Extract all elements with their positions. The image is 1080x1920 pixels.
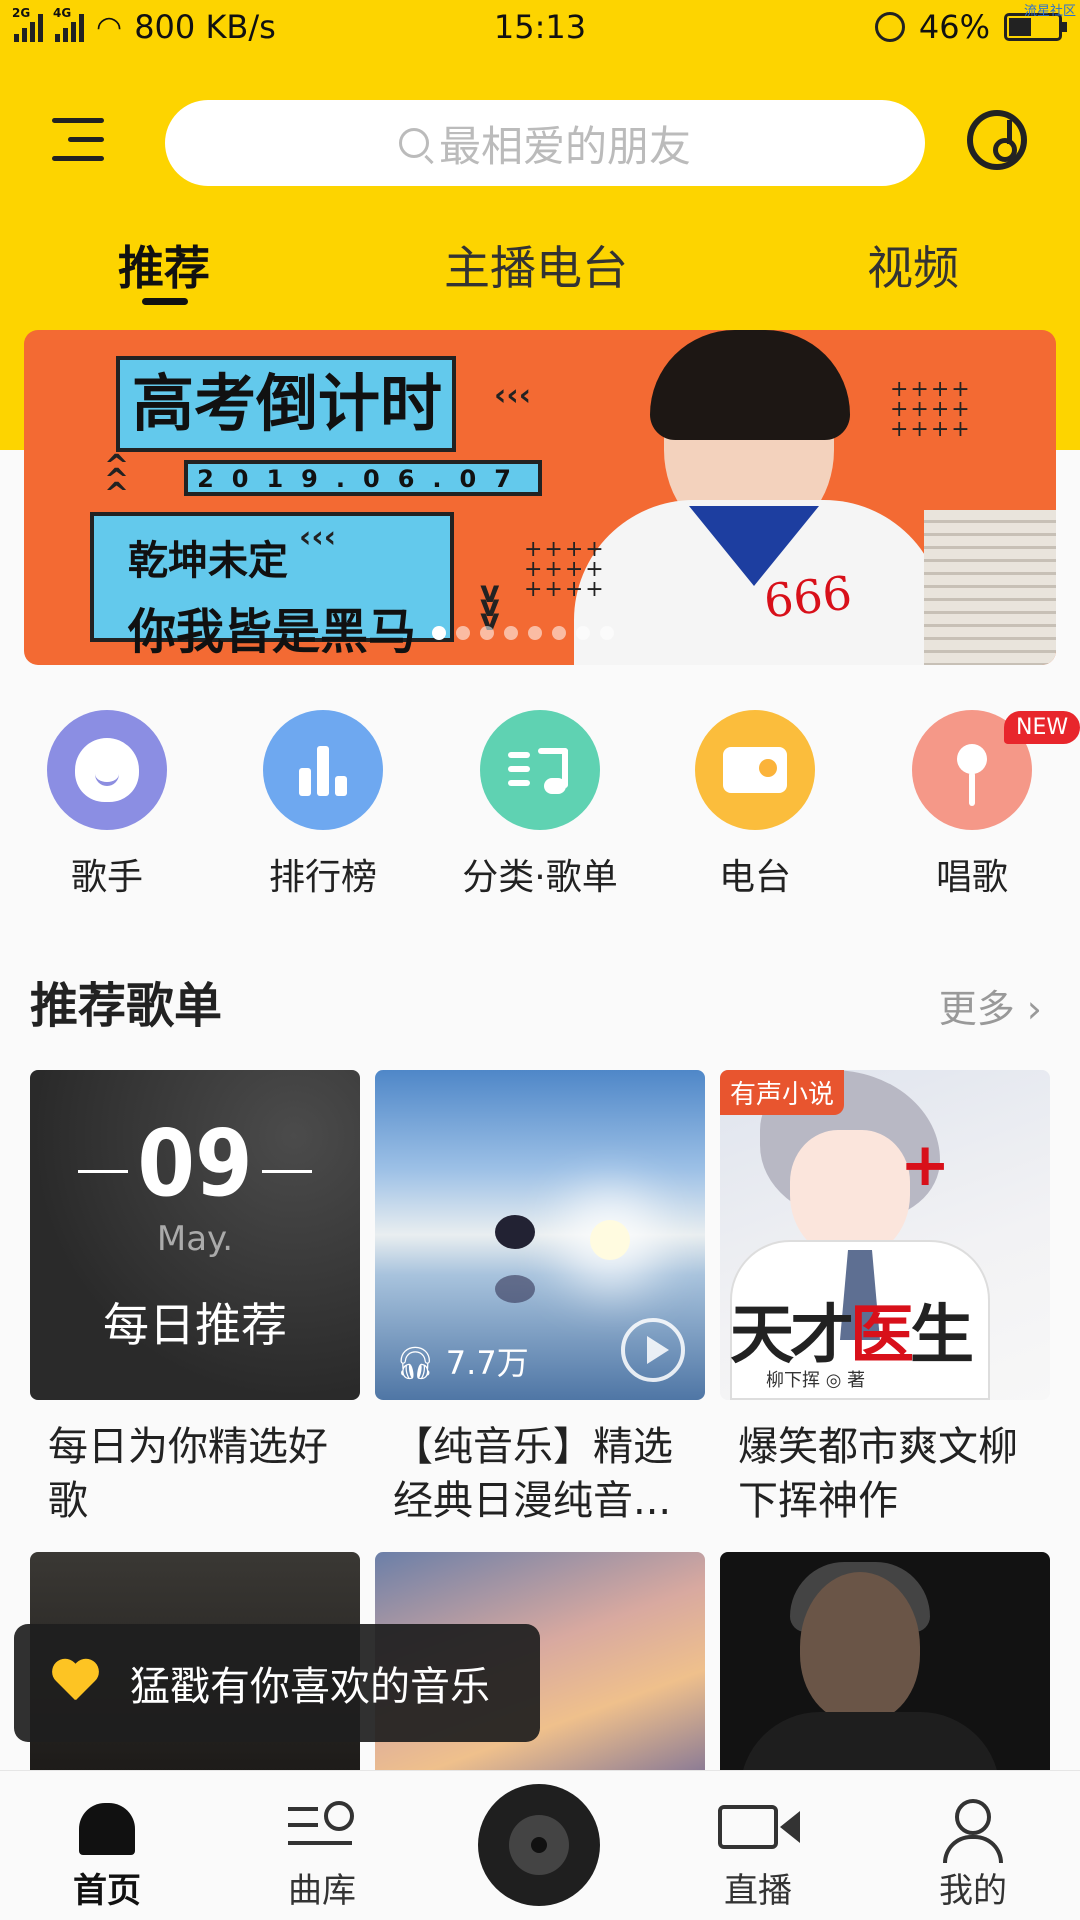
tab-radio[interactable]: 主播电台 — [444, 232, 628, 298]
banner-slogan-line2: 你我皆是黑马 — [128, 604, 417, 660]
playlist-card[interactable]: 09 May. 每日推荐 每日为你精选好歌 — [30, 1070, 360, 1528]
nav-home[interactable]: 首页 — [37, 1797, 177, 1912]
carousel-dot — [600, 626, 614, 640]
banner-date: 2019.06.07 — [184, 460, 542, 496]
divider — [262, 1170, 312, 1173]
tab-indicator — [142, 298, 188, 305]
section-title: 推荐歌单 — [30, 978, 223, 1034]
search-placeholder: 最相爱的朋友 — [438, 121, 691, 171]
carousel-indicator — [432, 626, 614, 640]
chevron-left-icon: ‹‹‹ — [299, 520, 337, 555]
carousel-dot — [528, 626, 542, 640]
chevron-left-icon: ‹‹‹ — [494, 378, 532, 413]
playlist-title: 爆笑都市爽文柳下挥神作 — [738, 1424, 1018, 1524]
promo-banner[interactable]: 666 ++++ ++++ ++++ ++++ ++++ ++++ 高考倒计时 ‹‹‹ … — [24, 330, 1056, 665]
carousel-dot — [456, 626, 470, 640]
playlist-card[interactable]: + 天才医生 柳下挥 ◎ 著 有声小说 爆笑都市爽文柳下挥神作 — [720, 1070, 1050, 1528]
profile-icon — [903, 1797, 1043, 1863]
daily-month: May. — [156, 1219, 234, 1259]
heart-icon — [50, 1660, 100, 1706]
home-icon — [37, 1797, 177, 1857]
banner-figure-hair — [650, 330, 850, 440]
chevron-down-icon: vvv — [480, 575, 500, 638]
category-playlist[interactable]: 分类·歌单 — [450, 710, 630, 900]
banner-decoration: ++++ ++++ ++++ — [524, 537, 606, 602]
category-radio[interactable]: 电台 — [665, 710, 845, 900]
carousel-dot — [504, 626, 518, 640]
banner-headline: 高考倒计时 — [116, 356, 456, 452]
playlist-cover: 🎧︎ 7.7万 — [375, 1070, 705, 1400]
recommendation-toast[interactable]: 猛戳有你喜欢的音乐 — [14, 1624, 540, 1742]
status-bar: 2G 4G ◠ 800 KB/s 15:13 46% 流星社区 — [0, 0, 1080, 56]
daily-label: 每日推荐 — [103, 1298, 287, 1352]
cover-sun — [590, 1220, 630, 1260]
nav-label: 曲库 — [288, 1871, 356, 1911]
play-count: 🎧︎ 7.7万 — [395, 1338, 529, 1384]
nav-label: 首页 — [73, 1871, 141, 1911]
audiobook-tag: 有声小说 — [720, 1070, 845, 1115]
banner-books — [924, 510, 1056, 665]
cover-tree — [495, 1215, 535, 1249]
search-icon — [398, 128, 429, 158]
carousel-dot — [480, 626, 494, 640]
medical-cross-icon: + — [900, 1130, 951, 1200]
singer-icon — [47, 710, 167, 830]
daily-day: 09 — [137, 1110, 253, 1217]
music-recognition-icon[interactable] — [967, 110, 1027, 170]
banner-slogan-line1: 乾坤未定 — [128, 538, 288, 584]
watermark-tag: 流星社区 — [1023, 4, 1076, 19]
cover-reflection — [495, 1275, 535, 1303]
category-label: 电台 — [718, 857, 791, 898]
cover-singer — [800, 1572, 920, 1722]
toast-text: 猛戳有你喜欢的音乐 — [130, 1664, 490, 1710]
play-count-value: 7.7万 — [445, 1344, 529, 1382]
tab-recommend[interactable]: 推荐 — [118, 232, 210, 298]
category-label: 唱歌 — [935, 857, 1008, 898]
playlist-card[interactable]: 🎧︎ 7.7万 【纯音乐】精选经典日漫纯音... — [375, 1070, 705, 1528]
chevron-up-icon: ^ ^ ^ — [104, 449, 130, 512]
playlist-title: 【纯音乐】精选经典日漫纯音... — [393, 1424, 673, 1524]
cover-singer-shirt — [740, 1712, 1000, 1772]
live-video-icon — [688, 1797, 828, 1857]
radio-icon — [695, 710, 815, 830]
cover-author: 柳下挥 ◎ 著 — [766, 1370, 866, 1391]
divider — [78, 1170, 128, 1173]
category-label: 分类·歌单 — [462, 857, 618, 898]
nav-label: 我的 — [939, 1871, 1007, 1911]
headphones-icon: 🎧︎ — [395, 1344, 436, 1382]
playlist-title: 每日为你精选好歌 — [48, 1424, 328, 1524]
new-badge: NEW — [1004, 711, 1080, 744]
playlist-card[interactable] — [720, 1552, 1050, 1772]
rotation-lock-icon — [874, 12, 905, 42]
category-label: 排行榜 — [268, 857, 377, 898]
play-icon[interactable] — [621, 1318, 685, 1382]
category-singer[interactable]: 歌手 — [17, 710, 197, 900]
menu-icon[interactable] — [52, 118, 104, 164]
tab-video[interactable]: 视频 — [867, 232, 959, 298]
playlist-cover — [720, 1552, 1050, 1772]
category-row: 歌手 排行榜 分类·歌单 电台 唱歌 — [0, 710, 1080, 898]
carousel-dot — [432, 626, 446, 640]
category-chart[interactable]: 排行榜 — [233, 710, 413, 900]
nav-library[interactable]: 曲库 — [252, 1797, 392, 1912]
search-input[interactable]: 最相爱的朋友 — [165, 100, 925, 186]
cover-title: 天才医生 — [730, 1299, 974, 1373]
chart-icon — [263, 710, 383, 830]
nav-label: 直播 — [724, 1871, 792, 1911]
banner-number: 666 — [761, 565, 855, 629]
category-label: 歌手 — [70, 857, 143, 898]
carousel-dot — [576, 626, 590, 640]
carousel-dot — [552, 626, 566, 640]
daily-cover: 09 May. 每日推荐 — [30, 1070, 360, 1400]
playlist-icon — [480, 710, 600, 830]
banner-decoration: ++++ ++++ ++++ — [890, 377, 972, 442]
more-button[interactable]: 更多 › — [939, 978, 1042, 1033]
audiobook-cover: + 天才医生 柳下挥 ◎ 著 有声小说 — [720, 1070, 1050, 1400]
player-disc-icon[interactable] — [478, 1784, 600, 1906]
nav-live[interactable]: 直播 — [688, 1797, 828, 1912]
battery-percent: 46% — [918, 8, 990, 46]
library-icon — [252, 1797, 392, 1857]
banner-slogan: 乾坤未定 你我皆是黑马 — [90, 512, 454, 660]
nav-profile[interactable]: 我的 — [903, 1797, 1043, 1912]
